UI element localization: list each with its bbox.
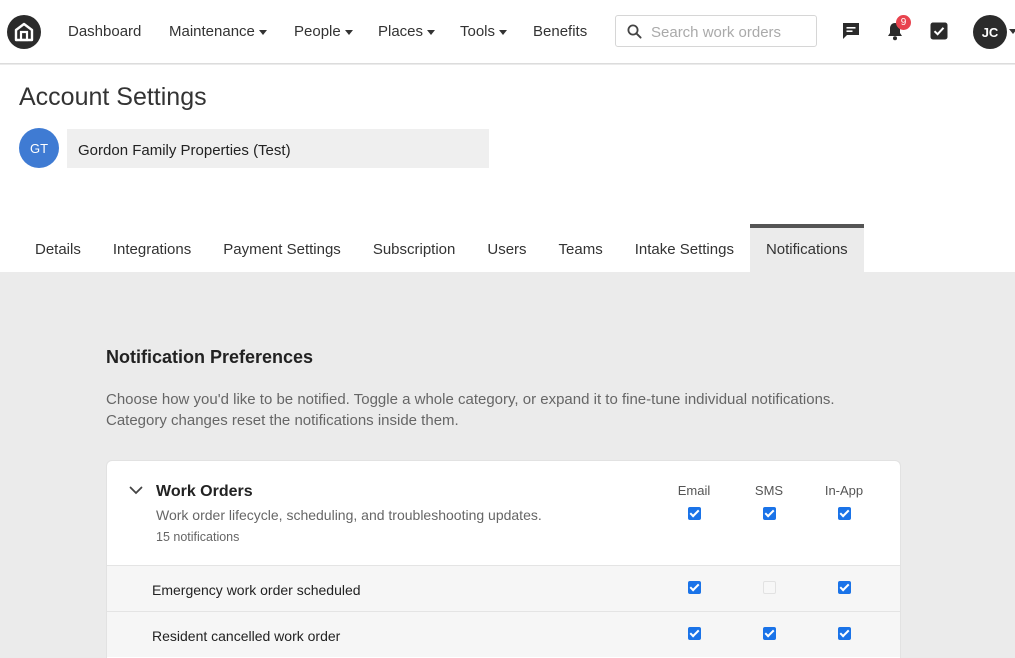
org-avatar: GT xyxy=(19,128,59,168)
nav-places[interactable]: Places xyxy=(378,23,436,40)
tab-details[interactable]: Details xyxy=(19,224,97,272)
tab-integrations[interactable]: Integrations xyxy=(97,224,207,272)
category-email-checkbox[interactable] xyxy=(688,507,701,520)
notification-row: Resident cancelled work order xyxy=(107,611,900,657)
nav-label: Dashboard xyxy=(68,23,142,40)
nav-people[interactable]: People xyxy=(294,23,353,40)
category-card: Work Orders Work order lifecycle, schedu… xyxy=(106,460,901,658)
in-app-checkbox[interactable] xyxy=(838,581,851,594)
category-in-app-checkbox[interactable] xyxy=(838,507,851,520)
tab-users[interactable]: Users xyxy=(471,224,542,272)
in-app-checkbox[interactable] xyxy=(838,627,851,640)
nav-label: Benefits xyxy=(533,23,588,40)
category-title: Work Orders xyxy=(156,483,253,500)
messages-icon[interactable] xyxy=(840,20,862,42)
nav-label: Places xyxy=(378,23,424,40)
nav-label: Tools xyxy=(460,23,496,40)
caret-down-icon[interactable] xyxy=(1009,29,1015,34)
category-description: Work order lifecycle, scheduling, and tr… xyxy=(156,507,542,523)
caret-down-icon xyxy=(258,29,267,35)
nav-label: Maintenance xyxy=(169,23,255,40)
notification-row: Emergency work order scheduled xyxy=(107,565,900,611)
settings-tabs: Details Integrations Payment Settings Su… xyxy=(19,224,864,272)
nav-label: People xyxy=(294,23,341,40)
tab-subscription[interactable]: Subscription xyxy=(357,224,472,272)
column-header-sms: SMS xyxy=(754,483,784,498)
nav-maintenance[interactable]: Maintenance xyxy=(169,23,267,40)
settings-header: Account Settings GT Gordon Family Proper… xyxy=(0,65,1015,272)
nav-dashboard[interactable]: Dashboard xyxy=(68,23,141,40)
home-logo-icon[interactable] xyxy=(7,15,41,49)
column-header-in-app: In-App xyxy=(824,483,864,498)
tab-notifications[interactable]: Notifications xyxy=(749,224,864,272)
column-header-email: Email xyxy=(677,483,711,498)
tab-teams[interactable]: Teams xyxy=(543,224,619,272)
page-title: Account Settings xyxy=(19,83,207,111)
org-name-field: Gordon Family Properties (Test) xyxy=(67,129,489,168)
sms-checkbox[interactable] xyxy=(763,627,776,640)
section-title: Notification Preferences xyxy=(106,347,314,367)
caret-down-icon xyxy=(344,29,353,35)
tab-payment-settings[interactable]: Payment Settings xyxy=(207,224,357,272)
notification-badge: 9 xyxy=(896,15,911,30)
user-avatar[interactable]: JC xyxy=(973,15,1007,49)
email-checkbox[interactable] xyxy=(688,581,701,594)
top-nav: Dashboard Maintenance People Places Tool… xyxy=(0,0,1015,64)
caret-down-icon xyxy=(427,29,436,35)
nav-benefits[interactable]: Benefits xyxy=(533,23,587,40)
email-checkbox[interactable] xyxy=(688,627,701,640)
category-sms-checkbox[interactable] xyxy=(763,507,776,520)
search-box xyxy=(615,15,817,47)
tab-intake-settings[interactable]: Intake Settings xyxy=(619,224,750,272)
tasks-icon[interactable] xyxy=(928,20,950,42)
section-description: Choose how you'd like to be notified. To… xyxy=(106,391,835,429)
caret-down-icon xyxy=(499,29,508,35)
notification-label: Resident cancelled work order xyxy=(152,628,341,644)
chevron-down-icon[interactable] xyxy=(129,486,143,495)
search-input[interactable] xyxy=(651,22,811,42)
sms-checkbox xyxy=(763,581,776,594)
search-icon xyxy=(627,24,642,39)
category-count: 15 notifications xyxy=(156,530,240,544)
notification-label: Emergency work order scheduled xyxy=(152,582,361,598)
nav-tools[interactable]: Tools xyxy=(460,23,508,40)
